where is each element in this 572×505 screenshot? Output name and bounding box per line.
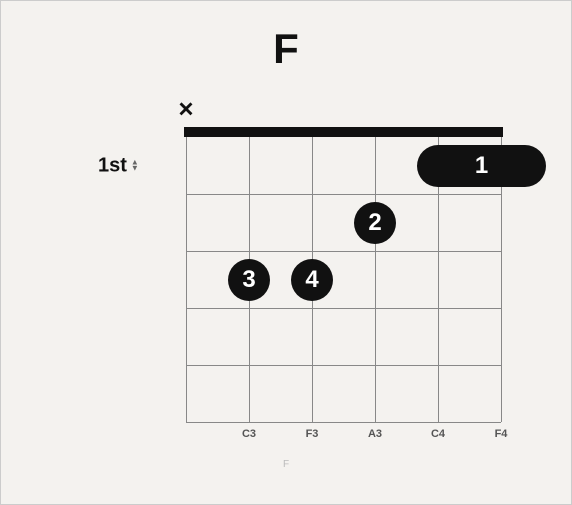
fret-line: [186, 251, 501, 252]
finger-dot: 4: [291, 259, 333, 301]
string-line: [375, 137, 376, 422]
stepper-icon[interactable]: ▲▼: [131, 160, 139, 172]
chord-title: F: [1, 25, 571, 73]
finger-dot: 3: [228, 259, 270, 301]
fret-line: [186, 422, 501, 423]
string-note-label: F3: [306, 428, 319, 440]
fret-line: [186, 308, 501, 309]
string-note-label: A3: [368, 428, 382, 440]
string-note-label: C3: [242, 428, 256, 440]
fret-position-stepper[interactable]: 1st ▲▼: [98, 154, 139, 177]
mute-mark: ×: [178, 94, 193, 125]
footer-chord-label: F: [1, 459, 571, 470]
string-line: [186, 137, 187, 422]
finger-dot: 2: [354, 202, 396, 244]
fret-line: [186, 365, 501, 366]
fret-position-label: 1st: [98, 154, 127, 177]
finger-barre: 1: [417, 145, 546, 187]
string-note-label: F4: [495, 428, 508, 440]
string-note-label: C4: [431, 428, 445, 440]
fret-line: [186, 194, 501, 195]
nut: [184, 127, 503, 137]
